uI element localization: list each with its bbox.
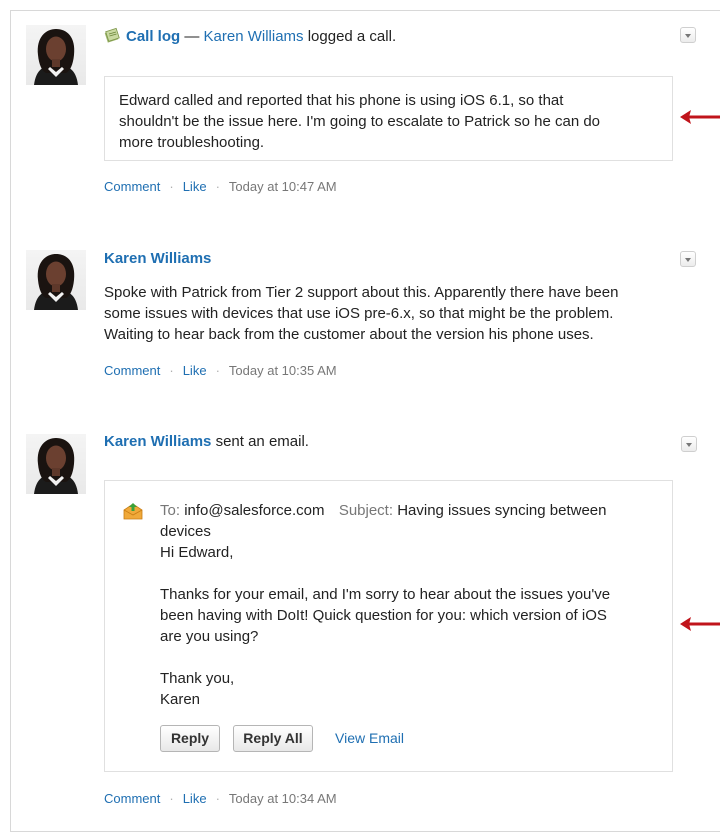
post-actions: Comment · Like · Today at 10:34 AM — [104, 791, 337, 806]
email-body-line: been having with DoIt! Quick question fo… — [160, 607, 607, 624]
comment-link[interactable]: Comment — [104, 363, 160, 378]
call-log-link[interactable]: Call log — [126, 28, 180, 45]
reply-button[interactable]: Reply — [160, 725, 220, 752]
person-avatar-icon — [34, 29, 78, 85]
body-line: some issues with devices that use iOS pr… — [104, 305, 614, 322]
arrow-left-icon — [680, 110, 720, 124]
avatar[interactable] — [26, 250, 86, 310]
separator-dot: · — [169, 791, 174, 806]
body-line: more troubleshooting. — [119, 134, 265, 151]
comment-link[interactable]: Comment — [104, 791, 160, 806]
body-line: Waiting to hear back from the customer a… — [104, 326, 594, 343]
action-text: logged a call. — [303, 28, 397, 45]
post-actions: Comment · Like · Today at 10:35 AM — [104, 363, 337, 378]
timestamp: Today at 10:47 AM — [228, 179, 337, 194]
email-signoff: Thank you, — [160, 670, 235, 687]
subject-label: Subject: — [338, 502, 394, 519]
post-header: Karen Williams sent an email. — [104, 433, 309, 451]
separator-dot: · — [215, 179, 220, 194]
separator-dot: · — [215, 363, 220, 378]
body-line: Spoke with Patrick from Tier 2 support a… — [104, 284, 619, 301]
email-body-line: Thanks for your email, and I'm sorry to … — [160, 586, 611, 603]
author-link[interactable]: Karen Williams — [104, 250, 211, 267]
action-text: sent an email. — [211, 433, 309, 450]
call-log-box: Edward called and reported that his phon… — [104, 76, 673, 161]
email-header: To: info@salesforce.com Subject: Having … — [160, 500, 610, 710]
author-link[interactable]: Karen Williams — [104, 433, 211, 450]
like-link[interactable]: Like — [183, 363, 207, 378]
separator-dot: · — [169, 179, 174, 194]
like-link[interactable]: Like — [183, 179, 207, 194]
avatar[interactable] — [26, 25, 86, 85]
post-body: Spoke with Patrick from Tier 2 support a… — [104, 282, 618, 345]
to-address: info@salesforce.com — [184, 502, 325, 519]
email-body-line: are you using? — [160, 628, 259, 645]
post-actions: Comment · Like · Today at 10:47 AM — [104, 179, 337, 194]
subject-value-cont: devices — [160, 523, 211, 540]
reply-all-button[interactable]: Reply All — [233, 725, 313, 752]
email-greeting: Hi Edward, — [160, 544, 234, 561]
view-email-link[interactable]: View Email — [335, 730, 404, 746]
chevron-down-icon — [685, 34, 691, 38]
dash-separator: — — [180, 28, 204, 45]
timestamp: Today at 10:35 AM — [228, 363, 337, 378]
call-log-icon — [104, 27, 120, 43]
body-line: shouldn't be the issue here. I'm going t… — [119, 113, 601, 130]
post-menu-dropdown[interactable] — [680, 27, 696, 43]
email-box: To: info@salesforce.com Subject: Having … — [104, 480, 673, 772]
body-line: Edward called and reported that his phon… — [119, 92, 564, 109]
chevron-down-icon — [686, 443, 692, 447]
separator-dot: · — [169, 363, 174, 378]
post-header: Call log — Karen Williams logged a call. — [104, 27, 396, 46]
post-header: Karen Williams — [104, 250, 211, 268]
author-link[interactable]: Karen Williams — [204, 28, 304, 45]
arrow-left-icon — [680, 617, 720, 631]
post-menu-dropdown[interactable] — [680, 251, 696, 267]
avatar[interactable] — [26, 434, 86, 494]
email-outgoing-icon — [123, 503, 143, 520]
email-signature: Karen — [160, 691, 201, 708]
post-menu-dropdown[interactable] — [681, 436, 697, 452]
comment-link[interactable]: Comment — [104, 179, 160, 194]
person-avatar-icon — [34, 254, 78, 310]
chevron-down-icon — [685, 258, 691, 262]
separator-dot: · — [215, 791, 220, 806]
like-link[interactable]: Like — [183, 791, 207, 806]
person-avatar-icon — [34, 438, 78, 494]
timestamp: Today at 10:34 AM — [228, 791, 337, 806]
call-log-body: Edward called and reported that his phon… — [119, 90, 600, 153]
subject-value: Having issues syncing between — [397, 502, 607, 519]
to-label: To: — [160, 502, 181, 519]
